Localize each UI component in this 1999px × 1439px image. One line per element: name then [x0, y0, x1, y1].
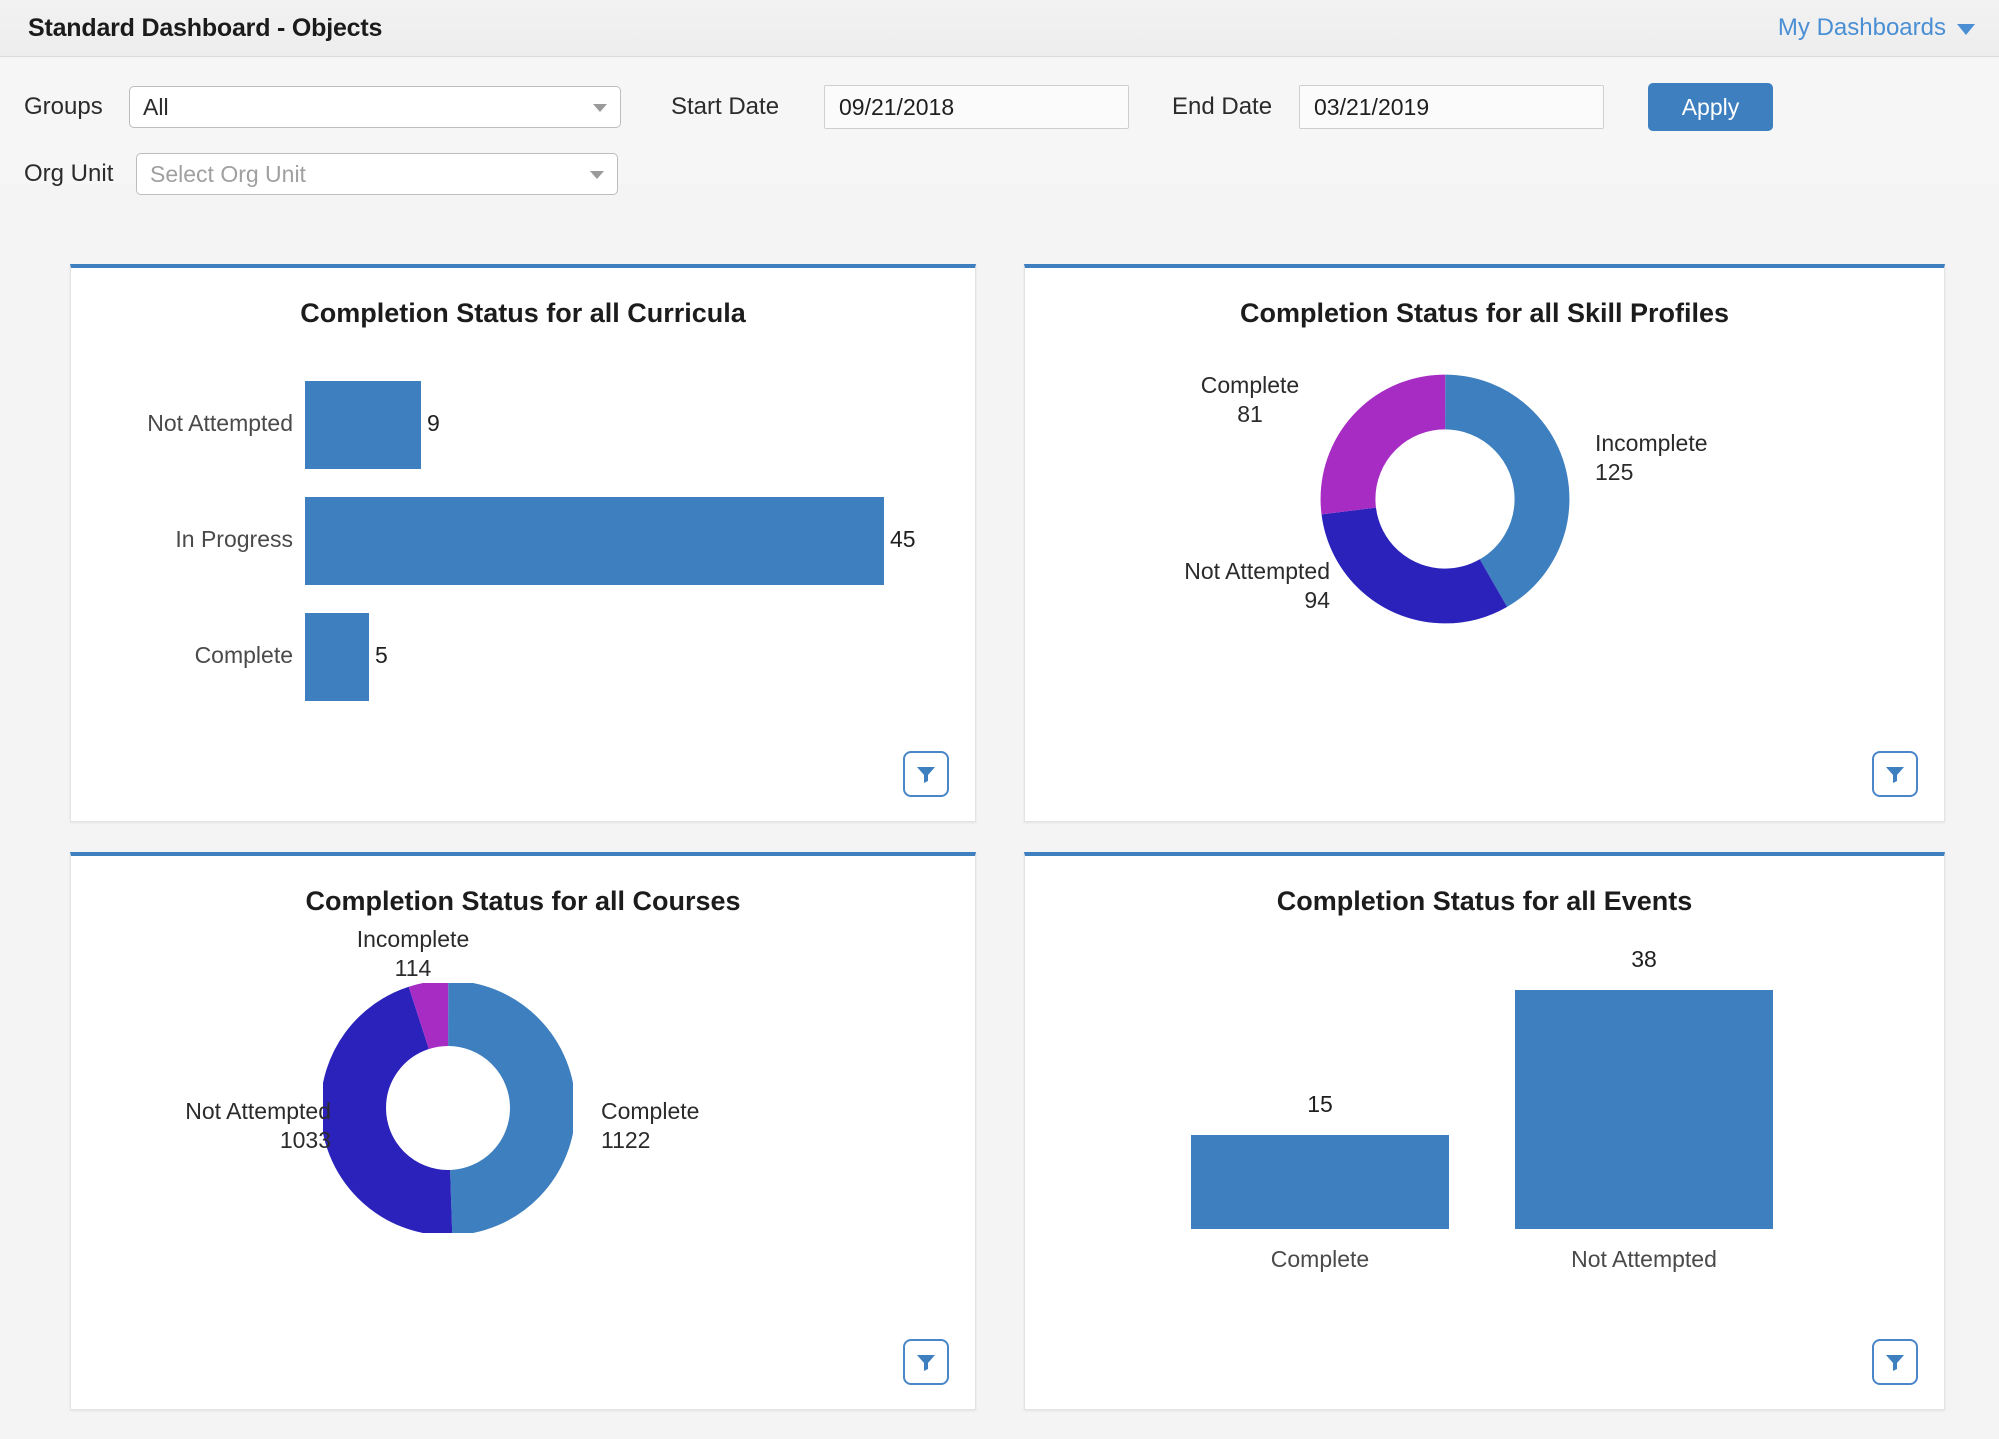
bar-category-label: In Progress [71, 526, 293, 553]
groups-select-value: All [143, 94, 169, 121]
donut-slice-incomplete[interactable] [353, 1013, 542, 1202]
bar-value-label: 45 [884, 526, 916, 553]
filter-funnel-icon [1883, 762, 1907, 786]
donut-label-complete: Complete 1122 [601, 1097, 699, 1156]
groups-select[interactable]: All [129, 86, 621, 128]
donut-svg-skill-profiles [1317, 371, 1573, 627]
panel-events: Completion Status for all Events [1024, 852, 1945, 1410]
bar-fill[interactable] [305, 497, 884, 585]
panel-title-curricula: Completion Status for all Curricula [71, 298, 975, 329]
bar-fill[interactable] [1515, 990, 1773, 1229]
panel-title-skill-profiles: Completion Status for all Skill Profiles [1025, 298, 1944, 329]
filter-funnel-icon [1883, 1350, 1907, 1374]
bar-value-label: 5 [369, 642, 388, 669]
chart-curricula: Not Attempted 9 In Progress 45 Complete … [71, 329, 975, 759]
chart-skill-profiles: Incomplete 125 Not Attempted 94 Complete… [1025, 329, 1944, 759]
donut-label-not-attempted: Not Attempted 94 [1105, 557, 1330, 616]
bar-row: Complete 5 [71, 613, 975, 701]
start-date-input[interactable] [824, 85, 1129, 129]
bar-fill[interactable] [1191, 1135, 1449, 1229]
horizontal-bar-chart: Not Attempted 9 In Progress 45 Complete … [71, 329, 975, 759]
bar-fill[interactable] [305, 613, 369, 701]
donut-chart: Incomplete 125 Not Attempted 94 Complete… [1025, 329, 1944, 759]
chevron-down-icon [590, 171, 604, 179]
end-date-label: End Date [1172, 93, 1299, 121]
donut-slice-complete[interactable] [1348, 402, 1542, 596]
vertical-bar-chart: 15 Complete 38 Not Attempted [1025, 917, 1944, 1347]
chart-courses: Complete 1122 Not Attempted 1033 Incompl… [71, 917, 975, 1347]
panel-filter-button[interactable] [1872, 751, 1918, 797]
groups-label: Groups [24, 93, 129, 121]
filter-row-primary: Groups All Start Date End Date Apply [24, 83, 1773, 131]
page-title: Standard Dashboard - Objects [28, 14, 382, 43]
dashboard-panel-grid: Completion Status for all Curricula Not … [0, 184, 1999, 1439]
chart-events: 15 Complete 38 Not Attempted [1025, 917, 1944, 1347]
panel-title-events: Completion Status for all Events [1025, 886, 1944, 917]
panel-filter-button[interactable] [903, 751, 949, 797]
bar-category-label: Complete [1191, 1246, 1449, 1273]
donut-label-not-attempted: Not Attempted 1033 [101, 1097, 331, 1156]
filter-toolbar: Groups All Start Date End Date Apply Org… [0, 58, 1999, 184]
bar-column-not-attempted: 38 Not Attempted [1515, 990, 1773, 1229]
filter-funnel-icon [914, 1350, 938, 1374]
bar-column-complete: 15 Complete [1191, 1135, 1449, 1229]
panel-title-courses: Completion Status for all Courses [71, 886, 975, 917]
bar-row: Not Attempted 9 [71, 381, 975, 469]
donut-label-complete: Complete 81 [1175, 371, 1325, 430]
my-dashboards-menu[interactable]: My Dashboards [1778, 14, 1975, 42]
donut-label-incomplete: Incomplete 125 [1595, 429, 1708, 488]
donut-chart: Complete 1122 Not Attempted 1033 Incompl… [71, 917, 975, 1347]
chevron-down-icon [593, 104, 607, 112]
start-date-label: Start Date [671, 93, 824, 121]
panel-skill-profiles: Completion Status for all Skill Profiles… [1024, 264, 1945, 822]
panel-filter-button[interactable] [1872, 1339, 1918, 1385]
my-dashboards-label: My Dashboards [1778, 14, 1946, 42]
donut-label-incomplete: Incomplete 114 [333, 925, 493, 984]
bar-value-label: 38 [1515, 946, 1773, 973]
bar-value-label: 9 [421, 410, 440, 437]
panel-filter-button[interactable] [903, 1339, 949, 1385]
bar-fill[interactable] [305, 381, 421, 469]
chevron-down-icon [1957, 24, 1975, 35]
bar-category-label: Complete [71, 642, 293, 669]
bar-category-label: Not Attempted [1515, 1246, 1773, 1273]
apply-button[interactable]: Apply [1648, 83, 1773, 131]
end-date-input[interactable] [1299, 85, 1604, 129]
donut-svg-courses [323, 983, 573, 1233]
bar-value-label: 15 [1191, 1091, 1449, 1118]
bar-row: In Progress 45 [71, 497, 975, 585]
app-header: Standard Dashboard - Objects My Dashboar… [0, 0, 1999, 57]
panel-courses: Completion Status for all Courses Comple… [70, 852, 976, 1410]
bar-category-label: Not Attempted [71, 410, 293, 437]
filter-funnel-icon [914, 762, 938, 786]
panel-curricula: Completion Status for all Curricula Not … [70, 264, 976, 822]
